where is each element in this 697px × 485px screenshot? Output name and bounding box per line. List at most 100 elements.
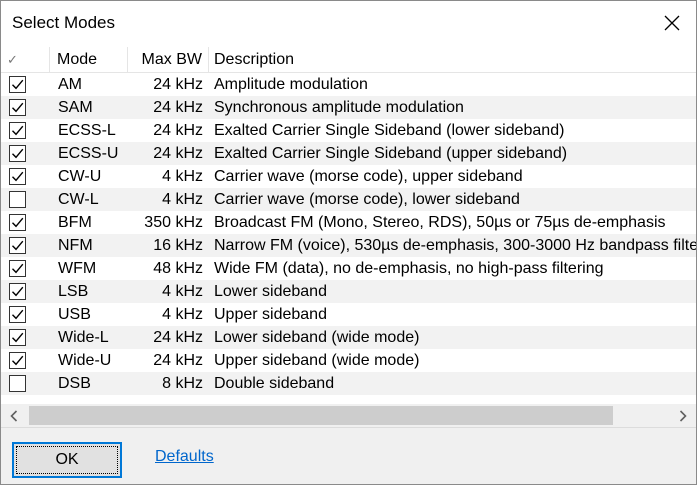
checkmark-icon <box>12 263 24 274</box>
mode-checkbox[interactable] <box>9 168 26 185</box>
mode-checkbox[interactable] <box>9 99 26 116</box>
mode-checkbox[interactable] <box>9 260 26 277</box>
scroll-left-button[interactable] <box>1 404 27 427</box>
max-bandwidth: 4 kHz <box>162 306 203 323</box>
max-bandwidth: 24 kHz <box>153 99 203 116</box>
checkmark-icon <box>12 148 24 159</box>
close-button[interactable] <box>649 1 695 45</box>
table-row[interactable]: Wide-U 24 kHz Upper sideband (wide mode) <box>1 349 696 372</box>
defaults-link[interactable]: Defaults <box>155 448 214 466</box>
table-row[interactable]: CW-L 4 kHz Carrier wave (morse code), lowe… <box>1 188 696 211</box>
horizontal-scrollbar[interactable] <box>1 404 696 427</box>
checkmark-icon <box>12 240 24 251</box>
mode-checkbox[interactable] <box>9 329 26 346</box>
scroll-right-button[interactable] <box>670 404 696 427</box>
mode-checkbox[interactable] <box>9 375 26 392</box>
row-check-cell <box>1 96 50 119</box>
list-header: ✓ Mode Max BW Description <box>1 47 696 73</box>
mode-name: Wide-U <box>58 352 112 369</box>
mode-name: USB <box>58 306 91 323</box>
row-check-cell <box>1 142 50 165</box>
mode-checkbox[interactable] <box>9 122 26 139</box>
ok-button-label: OK <box>16 446 118 474</box>
table-row[interactable]: NFM 16 kHz Narrow FM (voice), 530µs de-emp… <box>1 234 696 257</box>
mode-name: DSB <box>58 375 91 392</box>
row-check-cell <box>1 257 50 280</box>
max-bandwidth: 24 kHz <box>153 352 203 369</box>
mode-checkbox[interactable] <box>9 76 26 93</box>
max-bandwidth: 48 kHz <box>153 260 203 277</box>
mode-description: Wide FM (data), no de-emphasis, no high-… <box>214 260 604 277</box>
mode-description: Carrier wave (morse code), upper sideban… <box>214 168 523 185</box>
mode-name: LSB <box>58 283 89 300</box>
list-rows: AM 24 kHz Amplitude modulation SAM 24 kHz Syn… <box>1 73 696 395</box>
row-check-cell <box>1 234 50 257</box>
checkmark-icon <box>12 171 24 182</box>
mode-checkbox[interactable] <box>9 191 26 208</box>
table-row[interactable]: CW-U 4 kHz Carrier wave (morse code), uppe… <box>1 165 696 188</box>
table-row[interactable]: DSB 8 kHz Double sideband <box>1 372 696 395</box>
max-bandwidth: 4 kHz <box>162 191 203 208</box>
max-bandwidth: 4 kHz <box>162 283 203 300</box>
select-modes-dialog: Select Modes ✓ Mode Max BW Description A… <box>0 0 697 485</box>
mode-description: Synchronous amplitude modulation <box>214 99 464 116</box>
row-check-cell <box>1 165 50 188</box>
title-bar: Select Modes <box>1 1 696 45</box>
row-check-cell <box>1 349 50 372</box>
checkmark-icon <box>12 125 24 136</box>
table-row[interactable]: USB 4 kHz Upper sideband <box>1 303 696 326</box>
mode-description: Lower sideband <box>214 283 327 300</box>
checkmark-icon <box>12 102 24 113</box>
mode-checkbox[interactable] <box>9 283 26 300</box>
mode-description: Upper sideband <box>214 306 327 323</box>
row-check-cell <box>1 211 50 234</box>
mode-name: CW-U <box>58 168 102 185</box>
mode-name: Wide-L <box>58 329 109 346</box>
mode-checkbox[interactable] <box>9 306 26 323</box>
dialog-title: Select Modes <box>12 13 115 32</box>
table-row[interactable]: ECSS-L 24 kHz Exalted Carrier Single Sideb… <box>1 119 696 142</box>
max-bandwidth: 4 kHz <box>162 168 203 185</box>
row-check-cell <box>1 188 50 211</box>
mode-name: WFM <box>58 260 97 277</box>
mode-checkbox[interactable] <box>9 145 26 162</box>
modes-list[interactable]: ✓ Mode Max BW Description AM 24 kHz Amplit… <box>1 47 696 427</box>
mode-description: Narrow FM (voice), 530µs de-emphasis, 30… <box>214 237 696 254</box>
mode-description: Amplitude modulation <box>214 76 368 93</box>
table-row[interactable]: ECSS-U 24 kHz Exalted Carrier Single Sideb… <box>1 142 696 165</box>
checkmark-icon <box>12 332 24 343</box>
close-icon <box>664 15 680 31</box>
table-row[interactable]: SAM 24 kHz Synchronous amplitude modulatio… <box>1 96 696 119</box>
mode-description: Exalted Carrier Single Sideband (upper s… <box>214 145 568 162</box>
max-bandwidth: 350 kHz <box>144 214 203 231</box>
chevron-right-icon <box>679 409 687 422</box>
row-check-cell <box>1 73 50 96</box>
table-row[interactable]: AM 24 kHz Amplitude modulation <box>1 73 696 96</box>
mode-name: AM <box>58 76 82 93</box>
table-row[interactable]: WFM 48 kHz Wide FM (data), no de-emphasis,… <box>1 257 696 280</box>
mode-name: BFM <box>58 214 92 231</box>
mode-name: NFM <box>58 237 93 254</box>
row-check-cell <box>1 119 50 142</box>
scrollbar-thumb[interactable] <box>29 406 613 425</box>
column-header-check[interactable]: ✓ <box>1 47 50 72</box>
checkmark-icon <box>12 355 24 366</box>
checkmark-icon <box>12 217 24 228</box>
row-check-cell <box>1 326 50 349</box>
column-header-mode[interactable]: Mode <box>50 47 128 72</box>
checkmark-icon <box>12 309 24 320</box>
chevron-left-icon <box>10 409 18 422</box>
ok-button[interactable]: OK <box>12 442 122 478</box>
mode-checkbox[interactable] <box>9 214 26 231</box>
max-bandwidth: 24 kHz <box>153 122 203 139</box>
mode-name: CW-L <box>58 191 99 208</box>
checkmark-icon <box>12 79 24 90</box>
column-header-max-bw[interactable]: Max BW <box>128 47 209 72</box>
table-row[interactable]: LSB 4 kHz Lower sideband <box>1 280 696 303</box>
mode-checkbox[interactable] <box>9 352 26 369</box>
table-row[interactable]: Wide-L 24 kHz Lower sideband (wide mode) <box>1 326 696 349</box>
table-row[interactable]: BFM 350 kHz Broadcast FM (Mono, Stereo, RD… <box>1 211 696 234</box>
column-header-description[interactable]: Description <box>209 47 696 72</box>
mode-checkbox[interactable] <box>9 237 26 254</box>
mode-name: ECSS-L <box>58 122 116 139</box>
